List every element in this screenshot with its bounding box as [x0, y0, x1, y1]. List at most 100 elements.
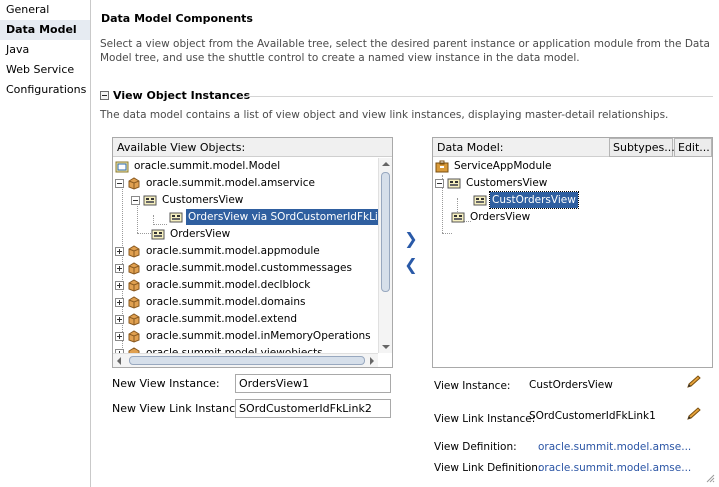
- available-tree[interactable]: oracle.summit.model.Model oracle.summit.…: [113, 158, 378, 353]
- view-link-definition-link[interactable]: oracle.summit.model.amse...: [538, 462, 691, 474]
- tree-item-model[interactable]: oracle.summit.model.Model: [115, 158, 282, 174]
- edit-button[interactable]: Edit...: [674, 138, 712, 157]
- expand-icon[interactable]: [115, 263, 124, 273]
- tree-item-custommessages[interactable]: oracle.summit.model.custommessages: [115, 260, 354, 276]
- package-icon: [128, 244, 140, 258]
- package-icon: [128, 295, 140, 309]
- scroll-up-icon[interactable]: [382, 162, 390, 166]
- tree-item-domains[interactable]: oracle.summit.model.domains: [115, 294, 307, 310]
- horizontal-scroll-thumb[interactable]: [129, 356, 365, 365]
- tree-item-custordersview[interactable]: CustOrdersView: [473, 191, 579, 209]
- main-content: Data Model Components Select a view obje…: [92, 0, 719, 487]
- view-object-icon: [451, 212, 465, 222]
- tree-item-label: oracle.summit.model.domains: [146, 296, 306, 308]
- expand-icon[interactable]: [115, 280, 124, 290]
- pencil-icon[interactable]: [685, 406, 703, 422]
- tree-item-label: OrdersView: [470, 211, 531, 223]
- package-icon: [128, 312, 140, 326]
- resize-grip-icon[interactable]: [705, 473, 715, 483]
- shuttle-remove-button[interactable]: ❮: [404, 255, 418, 274]
- tree-item-label: oracle.summit.model.custommessages: [146, 262, 352, 274]
- view-instance-value: CustOrdersView: [529, 379, 613, 391]
- tree-item-label: oracle.summit.model.amservice: [146, 177, 315, 189]
- tree-item-ordersview-via-link[interactable]: OrdersView via SOrdCustomerIdFkLink: [169, 209, 378, 225]
- expand-icon[interactable]: [115, 246, 124, 256]
- collapse-icon[interactable]: [100, 91, 109, 100]
- view-definition-link[interactable]: oracle.summit.model.amse...: [538, 441, 691, 453]
- section-description: The data model contains a list of view o…: [100, 109, 669, 121]
- tree-connector: [153, 224, 167, 225]
- nav-item-general[interactable]: General: [0, 0, 90, 20]
- view-link-instance-label: View Link Instance:: [434, 413, 536, 425]
- tree-item-ordersview[interactable]: OrdersView: [151, 226, 232, 242]
- package-icon: [128, 278, 140, 292]
- nav-item-configurations[interactable]: Configurations: [0, 80, 90, 100]
- nav-item-java[interactable]: Java: [0, 40, 90, 60]
- tree-item-label: oracle.summit.model.appmodule: [146, 245, 320, 257]
- new-view-instance-label: New View Instance:: [112, 377, 220, 390]
- page-title: Data Model Components: [101, 12, 253, 25]
- view-link-instance-value: SOrdCustomerIdFkLink1: [529, 410, 656, 422]
- section-title: View Object Instances: [113, 89, 251, 102]
- tree-item-customersview[interactable]: CustomersView: [435, 175, 549, 191]
- view-link-definition-label: View Link Definition:: [434, 462, 542, 474]
- pencil-icon[interactable]: [685, 374, 703, 390]
- view-definition-label: View Definition:: [434, 441, 517, 453]
- new-view-link-instance-input[interactable]: SOrdCustomerIdFkLink2: [235, 399, 391, 418]
- package-icon: [128, 261, 140, 275]
- app-module-icon: [435, 160, 449, 172]
- collapse-icon[interactable]: [435, 178, 444, 188]
- tree-item-inmemoryoperations[interactable]: oracle.summit.model.inMemoryOperations: [115, 328, 373, 344]
- tree-item-label: oracle.summit.model.extend: [146, 313, 298, 325]
- nav-panel: General Data Model Java Web Service Conf…: [0, 0, 91, 487]
- nav-item-web-service[interactable]: Web Service: [0, 60, 90, 80]
- tree-connector: [137, 233, 151, 234]
- scroll-right-icon[interactable]: [370, 357, 374, 365]
- tree-item-extend[interactable]: oracle.summit.model.extend: [115, 311, 299, 327]
- tree-item-label: oracle.summit.model.Model: [134, 160, 281, 172]
- collapse-icon[interactable]: [131, 195, 140, 205]
- tree-item-declblock[interactable]: oracle.summit.model.declblock: [115, 277, 312, 293]
- view-object-icon: [143, 195, 157, 205]
- data-model-tree[interactable]: ServiceAppModule CustomersView CustOrder…: [433, 158, 712, 367]
- tree-item-label: OrdersView via SOrdCustomerIdFkLink: [186, 209, 378, 225]
- collapse-icon[interactable]: [115, 178, 124, 188]
- scroll-down-icon[interactable]: [382, 345, 390, 349]
- available-header: Available View Objects:: [113, 138, 392, 157]
- tree-item-label: CustOrdersView: [489, 191, 579, 209]
- new-view-instance-input[interactable]: OrdersView1: [235, 374, 391, 393]
- scroll-left-icon[interactable]: [117, 357, 121, 365]
- tree-item-ordersview[interactable]: OrdersView: [451, 209, 532, 225]
- tree-item-label: oracle.summit.model.inMemoryOperations: [146, 330, 371, 342]
- tree-item-label: OrdersView: [170, 228, 231, 240]
- tree-item-serviceappmodule[interactable]: ServiceAppModule: [435, 158, 554, 174]
- tree-item-label: CustomersView: [466, 177, 548, 189]
- subtypes-button[interactable]: Subtypes...: [609, 138, 675, 157]
- view-link-icon: [169, 212, 183, 222]
- view-object-icon: [151, 229, 165, 239]
- tree-item-label: oracle.summit.model.declblock: [146, 279, 311, 291]
- expand-icon[interactable]: [115, 331, 124, 341]
- tree-item-customersview[interactable]: CustomersView: [131, 192, 245, 208]
- vertical-scrollbar[interactable]: [378, 158, 392, 353]
- package-icon: [128, 329, 140, 343]
- package-icon: [115, 161, 129, 172]
- horizontal-scrollbar[interactable]: [113, 353, 378, 367]
- shuttle-add-button[interactable]: ❯: [404, 229, 418, 248]
- vertical-scroll-thumb[interactable]: [381, 172, 390, 292]
- expand-icon[interactable]: [115, 314, 124, 324]
- page-description: Select a view object from the Available …: [100, 38, 710, 64]
- view-link-icon: [473, 195, 487, 205]
- tree-item-viewobjects[interactable]: oracle.summit.model.viewobjects: [115, 345, 325, 353]
- section-header[interactable]: View Object Instances: [100, 89, 250, 102]
- available-view-objects-panel: Available View Objects: oracle.summit.mo…: [112, 137, 393, 368]
- data-model-panel: Data Model: Subtypes... Edit... ServiceA…: [432, 137, 713, 368]
- new-view-link-instance-label: New View Link Instance:: [112, 402, 246, 415]
- section-divider: [240, 96, 713, 97]
- nav-item-data-model[interactable]: Data Model: [0, 20, 90, 40]
- expand-icon[interactable]: [115, 297, 124, 307]
- view-instance-label: View Instance:: [434, 380, 511, 392]
- tree-item-amservice[interactable]: oracle.summit.model.amservice: [115, 175, 317, 191]
- tree-item-appmodule[interactable]: oracle.summit.model.appmodule: [115, 243, 322, 259]
- package-icon: [128, 176, 140, 190]
